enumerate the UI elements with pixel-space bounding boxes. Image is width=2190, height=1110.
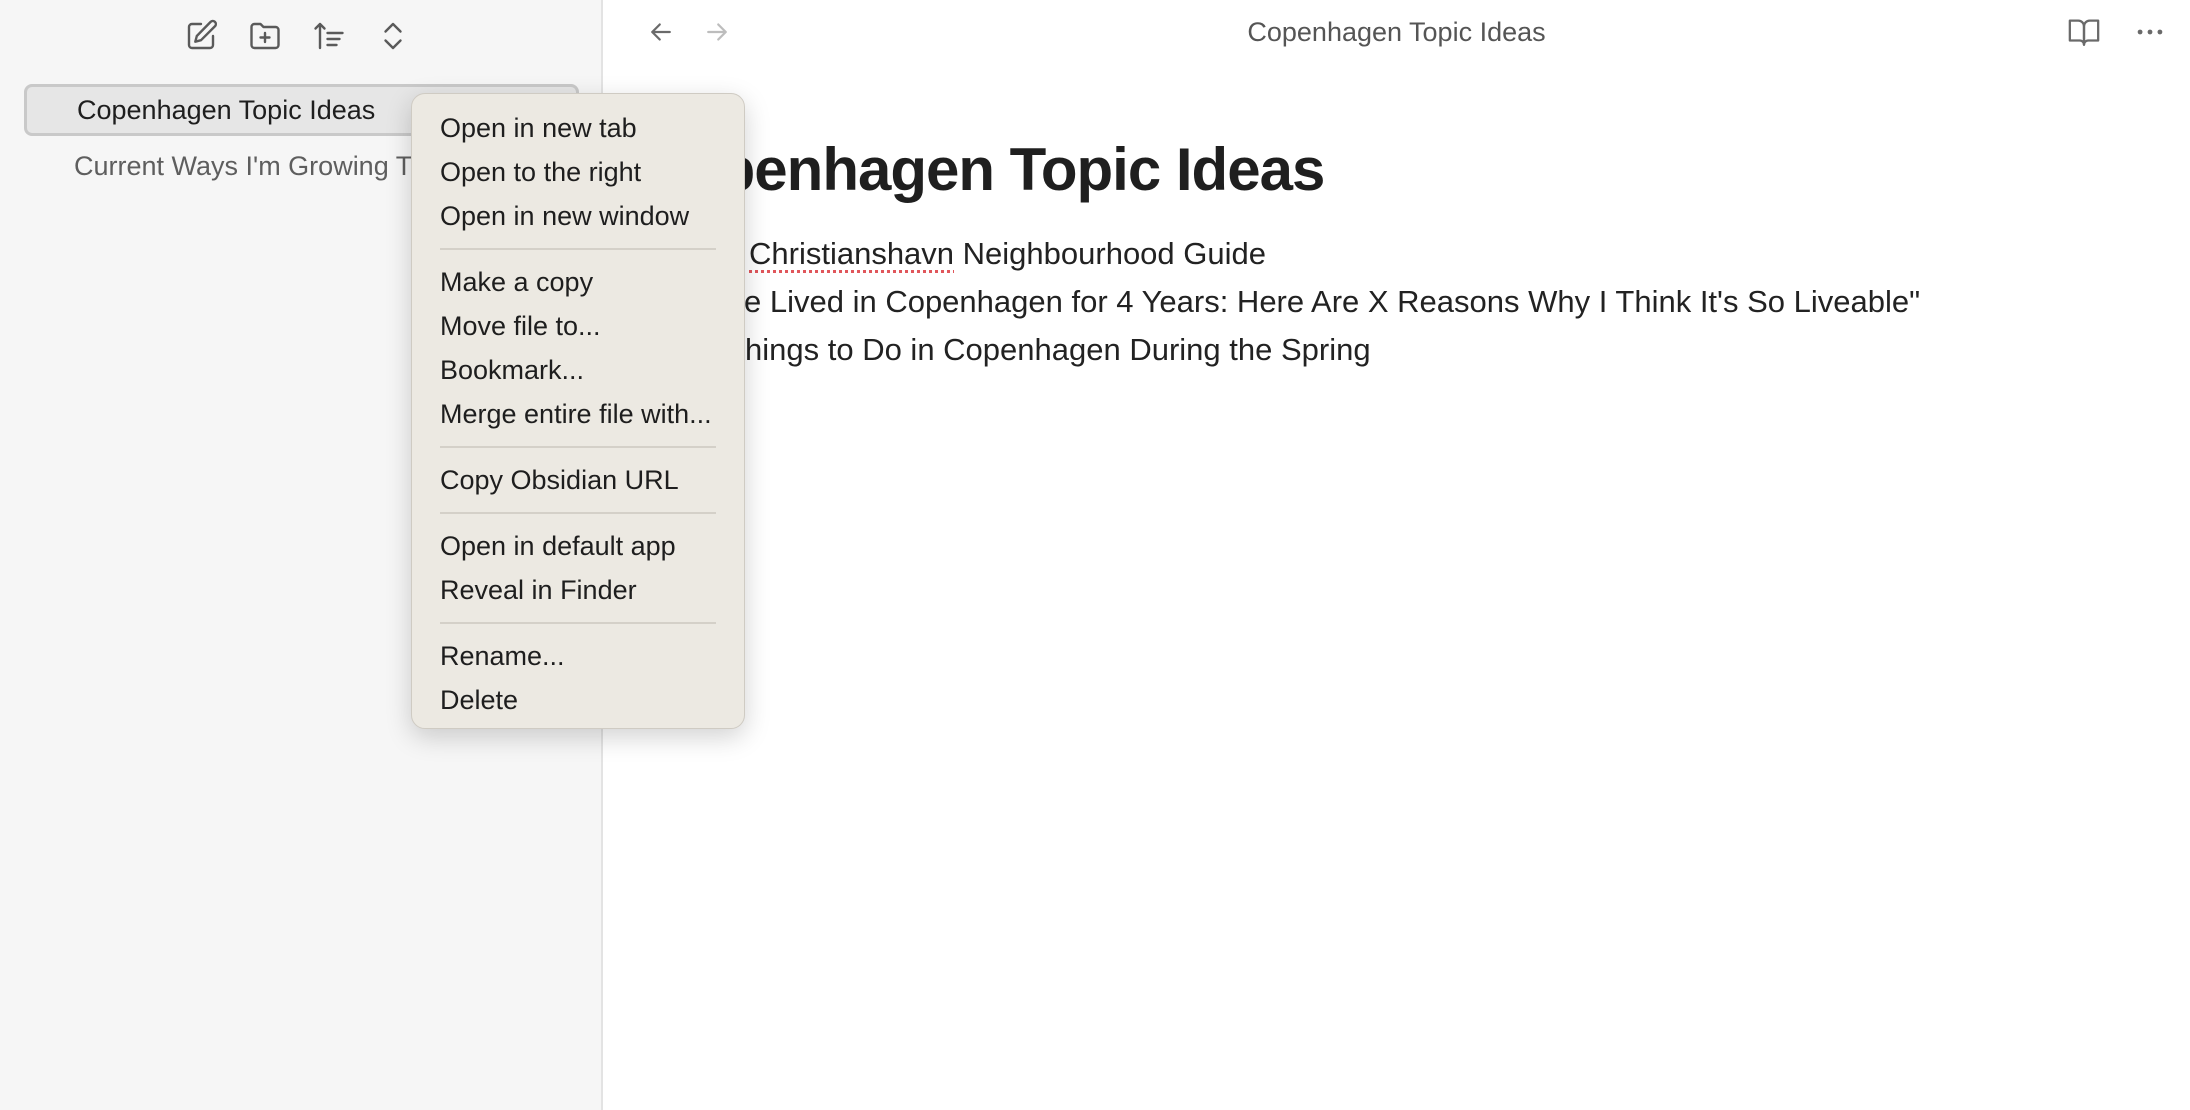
menu-item-open-new-window[interactable]: Open in new window	[412, 194, 744, 238]
note-title-bar[interactable]: Copenhagen Topic Ideas	[603, 12, 2190, 52]
menu-separator	[440, 512, 716, 514]
arrow-left-icon	[651, 23, 671, 41]
menu-item-delete[interactable]: Delete	[412, 678, 744, 722]
menu-item-open-right[interactable]: Open to the right	[412, 150, 744, 194]
sort-icon[interactable]	[308, 15, 350, 57]
view-actions	[2064, 12, 2170, 52]
note-heading: openhagen Topic Ideas	[683, 136, 1325, 203]
menu-item-make-copy[interactable]: Make a copy	[412, 260, 744, 304]
menu-item-reveal-finder[interactable]: Reveal in Finder	[412, 568, 744, 612]
arrow-right-icon	[707, 23, 727, 41]
menu-item-rename[interactable]: Rename...	[412, 634, 744, 678]
more-options-icon	[2137, 29, 2163, 35]
file-item-label: Current Ways I'm Growing T	[74, 150, 413, 181]
menu-item-copy-obsidian-url[interactable]: Copy Obsidian URL	[412, 458, 744, 502]
obsidian-window: Copenhagen Topic Ideas Current Ways I'm …	[0, 0, 2190, 1110]
note-line-text: hings to Do in Copenhagen During the Spr…	[745, 332, 1371, 367]
more-options-button[interactable]	[2130, 12, 2170, 52]
note-line-text: e Lived in Copenhagen for 4 Years: Here …	[744, 284, 1921, 319]
menu-item-open-default-app[interactable]: Open in default app	[412, 524, 744, 568]
misspelled-word: Christianshavn	[749, 236, 955, 271]
file-item-label: Copenhagen Topic Ideas	[77, 94, 376, 125]
note-line: hings to Do in Copenhagen During the Spr…	[683, 326, 2183, 374]
file-context-menu: Open in new tab Open to the right Open i…	[411, 93, 745, 729]
menu-item-move-file[interactable]: Move file to...	[412, 304, 744, 348]
note-body: Christianshavn Neighbourhood Guide e Liv…	[683, 230, 2183, 374]
collapse-expand-icon[interactable]	[372, 15, 414, 57]
new-note-icon[interactable]	[180, 15, 222, 57]
menu-item-open-new-tab[interactable]: Open in new tab	[412, 106, 744, 150]
menu-separator	[440, 622, 716, 624]
sidebar-toolbar	[180, 14, 414, 58]
editor-pane: Copenhagen Topic Ideas openhagen Topic I…	[603, 0, 2190, 1110]
back-button[interactable]	[639, 12, 683, 52]
menu-separator	[440, 446, 716, 448]
menu-item-merge-file[interactable]: Merge entire file with...	[412, 392, 744, 436]
forward-button[interactable]	[695, 12, 739, 52]
note-line-text: Neighbourhood Guide	[954, 236, 1266, 271]
new-folder-icon[interactable]	[244, 15, 286, 57]
note-content[interactable]: openhagen Topic Ideas Christianshavn Nei…	[603, 130, 2190, 1110]
reading-view-icon	[2068, 19, 2100, 46]
reading-view-button[interactable]	[2064, 12, 2104, 52]
menu-separator	[440, 248, 716, 250]
note-line: e Lived in Copenhagen for 4 Years: Here …	[683, 278, 2183, 326]
note-line: Christianshavn Neighbourhood Guide	[683, 230, 2183, 278]
menu-item-bookmark[interactable]: Bookmark...	[412, 348, 744, 392]
